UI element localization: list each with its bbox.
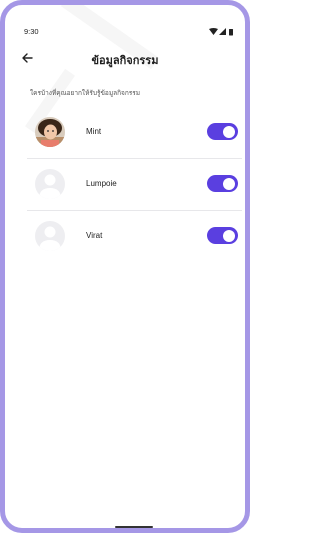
- toggle-lumpoie[interactable]: [207, 175, 238, 192]
- wifi-icon: [209, 28, 218, 35]
- list-item-lumpoie: Lumpoie: [27, 159, 242, 211]
- toggle-knob: [223, 229, 235, 242]
- contact-name: Lumpoie: [86, 179, 117, 188]
- toggle-mint[interactable]: [207, 123, 238, 140]
- avatar-mint: [35, 117, 65, 147]
- contact-list: Mint Lumpoie Virat: [27, 107, 242, 263]
- app-bar: ข้อมูลกิจกรรม: [5, 45, 245, 71]
- battery-icon: [229, 29, 233, 36]
- status-time: 9:30: [24, 27, 39, 36]
- toggle-knob: [223, 125, 235, 138]
- arrow-left-icon: [21, 53, 33, 63]
- person-placeholder-icon: [39, 226, 61, 251]
- contact-name: Mint: [86, 127, 102, 136]
- list-item-mint: Mint: [27, 107, 242, 159]
- avatar-lumpoie: [35, 169, 65, 199]
- avatar-virat: [35, 221, 65, 251]
- phone-frame: 9:30 ข้อมูลกิจกรรม ใครบ้างที่คุณอยากให้ร…: [0, 0, 250, 533]
- person-placeholder-icon: [39, 174, 61, 199]
- back-button[interactable]: [19, 50, 35, 66]
- toggle-knob: [223, 177, 235, 190]
- list-item-virat: Virat: [27, 211, 242, 263]
- status-bar: 9:30: [5, 5, 245, 36]
- toggle-virat[interactable]: [207, 227, 238, 244]
- section-subtitle: ใครบ้างที่คุณอยากให้รับรู้ข้อมูลกิจกรรม: [30, 89, 141, 97]
- contact-name: Virat: [86, 231, 103, 240]
- signal-icon: [219, 28, 226, 35]
- status-icons: [209, 28, 233, 36]
- home-indicator: [115, 526, 153, 528]
- avatar-photo: [35, 117, 65, 147]
- page-title: ข้อมูลกิจกรรม: [91, 54, 159, 67]
